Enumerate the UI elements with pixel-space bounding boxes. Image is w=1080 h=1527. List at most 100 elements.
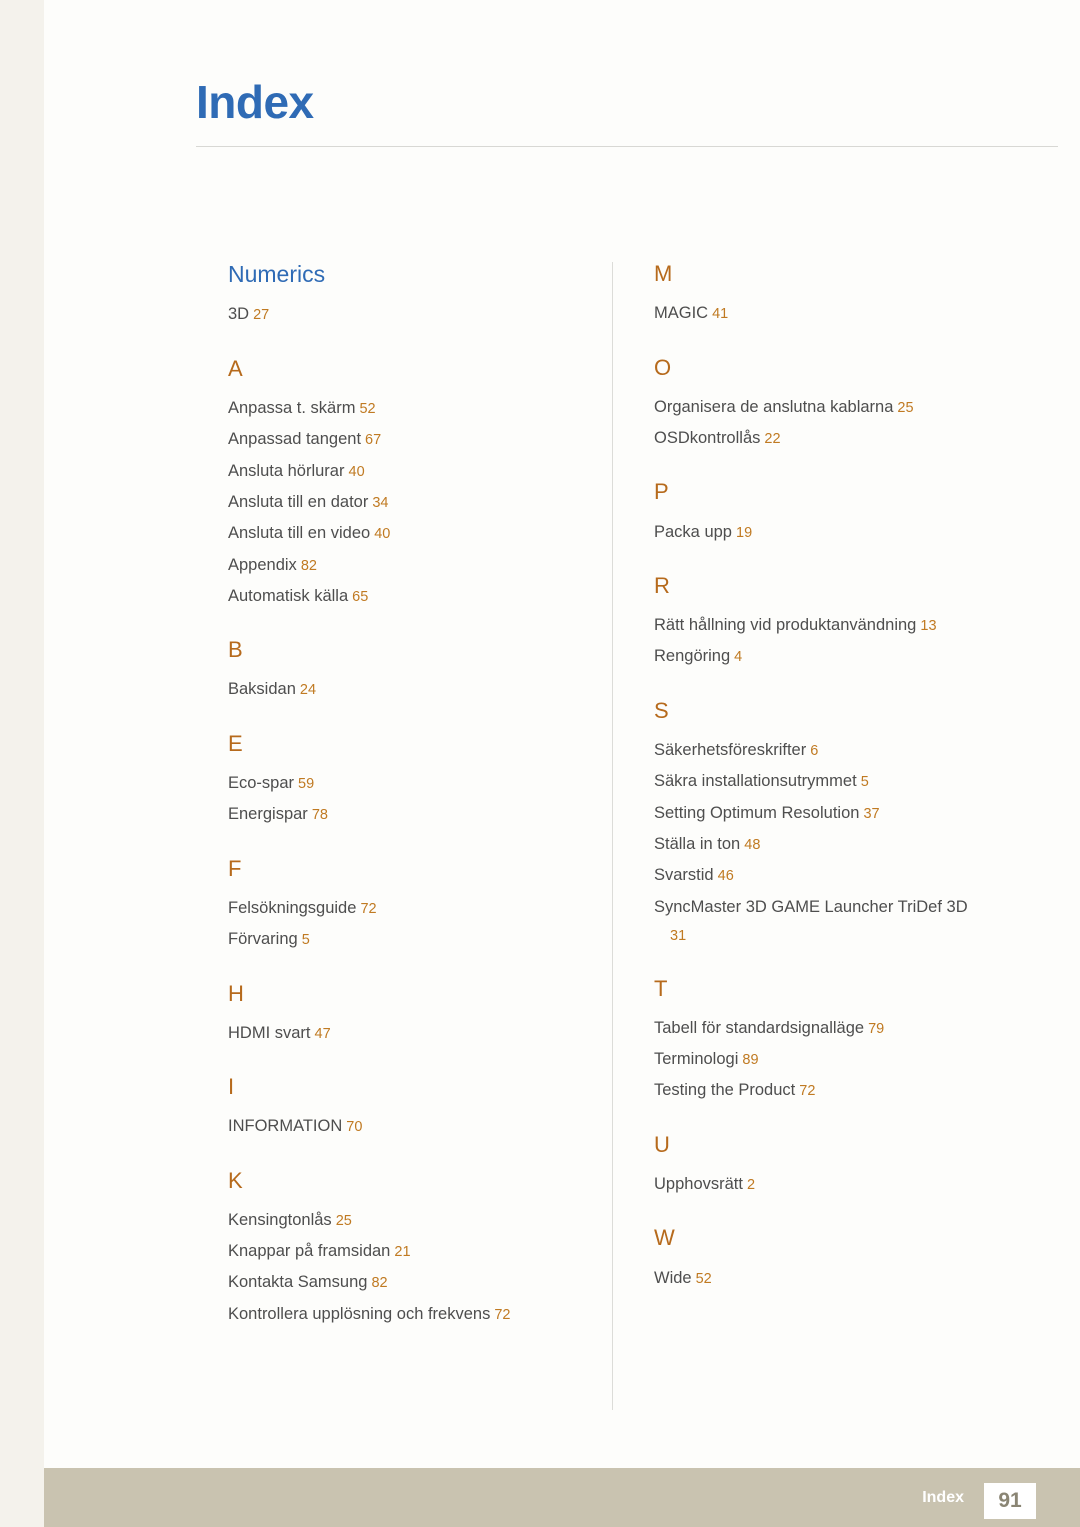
index-entry[interactable]: Kontakta Samsung 82 <box>228 1267 600 1298</box>
index-entry[interactable]: Terminologi 89 <box>654 1044 1026 1075</box>
index-entry[interactable]: Säkra installationsutrymmet 5 <box>654 766 1026 797</box>
index-entry[interactable]: Packa upp 19 <box>654 517 1026 548</box>
index-entry[interactable]: Organisera de anslutna kablarna 25 <box>654 392 1026 423</box>
index-entry-page: 52 <box>355 400 376 417</box>
index-entry[interactable]: Baksidan 24 <box>228 674 600 705</box>
index-entry-page: 37 <box>859 805 880 822</box>
index-entry[interactable]: Kensingtonlås 25 <box>228 1205 600 1236</box>
index-entry-page: 47 <box>310 1025 331 1042</box>
index-section-heading: I <box>228 1074 235 1100</box>
index-entry-label: Knappar på framsidan <box>228 1242 391 1261</box>
index-section: T Tabell för standardsignalläge 79 Termino… <box>654 975 1026 1107</box>
index-entry-label: Rätt hållning vid produktanvändning <box>654 616 917 635</box>
index-entry[interactable]: Kontrollera upplösning och frekvens 72 <box>228 1299 600 1330</box>
index-entry-page: 89 <box>738 1052 759 1069</box>
index-entry-page: 27 <box>249 307 270 324</box>
index-entry-page: 40 <box>344 463 365 480</box>
index-entry[interactable]: SyncMaster 3D GAME Launcher TriDef 3D 31 <box>654 892 1026 951</box>
index-section-heading: P <box>654 479 669 505</box>
index-entry[interactable]: Eco-spar 59 <box>228 768 600 799</box>
index-section-heading: Numerics <box>228 261 326 287</box>
index-entry-label: Setting Optimum Resolution <box>654 803 860 822</box>
index-entry[interactable]: Säkerhetsföreskrifter 6 <box>654 735 1026 766</box>
index-section-heading: O <box>654 354 672 380</box>
index-section: W Wide 52 <box>654 1226 1026 1294</box>
index-entry-label: Säkra installationsutrymmet <box>654 772 857 791</box>
index-entry-page: 19 <box>731 524 753 541</box>
index-entry-label: Anpassad tangent <box>228 430 362 449</box>
index-entry[interactable]: Appendix 82 <box>228 550 600 581</box>
footer-page-number: 91 <box>984 1483 1036 1519</box>
index-section-heading: F <box>228 855 242 881</box>
index-entry-page: 24 <box>295 682 317 699</box>
index-section: H HDMI svart 47 <box>228 981 600 1050</box>
index-entry-label: Rengöring <box>654 647 731 666</box>
index-section-heading: U <box>654 1131 670 1157</box>
index-entry-label: Felsökningsguide <box>228 898 357 917</box>
index-entry[interactable]: Rengöring 4 <box>654 641 1026 672</box>
index-entry-label: Terminologi <box>654 1050 739 1069</box>
index-entry[interactable]: Upphovsrätt 2 <box>654 1169 1026 1200</box>
index-entry[interactable]: Ansluta till en video 40 <box>228 518 600 549</box>
footer-left-strip <box>0 1468 44 1527</box>
index-section-heading: R <box>654 572 670 598</box>
index-section: K Kensingtonlås 25 Knappar på framsidan 21… <box>228 1168 600 1331</box>
index-section: R Rätt hållning vid produktanvändning 13 R… <box>654 572 1026 673</box>
index-entry[interactable]: Tabell för standardsignalläge 79 <box>654 1013 1026 1044</box>
index-page: Index Numerics 3D 27 A Anpassa t. skärm 52 A… <box>0 0 1080 1527</box>
index-entry[interactable]: Rätt hållning vid produktanvändning 13 <box>654 610 1026 641</box>
index-entry[interactable]: Anpassa t. skärm 52 <box>228 393 600 424</box>
index-section-heading: M <box>654 261 673 286</box>
index-entry[interactable]: Testing the Product 72 <box>654 1075 1026 1106</box>
index-entry[interactable]: Anpassad tangent 67 <box>228 424 600 455</box>
index-entry[interactable]: Ansluta till en dator 34 <box>228 487 600 518</box>
index-entry-label: Svarstid <box>654 866 714 885</box>
index-entry[interactable]: Ansluta hörlurar 40 <box>228 456 600 487</box>
index-entry-page: 52 <box>691 1270 712 1287</box>
index-entry-page: 79 <box>864 1020 885 1037</box>
index-entry-label: Ställa in ton <box>654 835 741 854</box>
index-entry-page: 48 <box>740 837 761 854</box>
index-entry-page: 65 <box>348 588 369 605</box>
index-entry-page: 72 <box>356 900 377 917</box>
index-entry[interactable]: MAGIC 41 <box>654 298 1026 329</box>
index-entry-label: Kontrollera upplösning och frekvens <box>228 1304 491 1323</box>
index-section: B Baksidan 24 <box>228 638 600 706</box>
index-entry[interactable]: Svarstid 46 <box>654 860 1026 891</box>
index-entry[interactable]: Knappar på framsidan 21 <box>228 1236 600 1267</box>
footer-label: Index <box>922 1489 964 1506</box>
index-entry-label: Ansluta till en video <box>228 524 371 543</box>
index-entry[interactable]: Förvaring 5 <box>228 924 600 955</box>
index-entry[interactable]: Automatisk källa 65 <box>228 581 600 612</box>
index-section: S Säkerhetsföreskrifter 6 Säkra installati… <box>654 698 1026 951</box>
index-entry-page: 70 <box>342 1119 363 1136</box>
index-section: P Packa upp 19 <box>654 480 1026 548</box>
index-entry[interactable]: OSDkontrollås 22 <box>654 423 1026 454</box>
index-section: U Upphovsrätt 2 <box>654 1131 1026 1201</box>
index-entry[interactable]: HDMI svart 47 <box>228 1018 600 1049</box>
index-entry[interactable]: 3D 27 <box>228 299 600 330</box>
index-section: Numerics 3D 27 <box>228 261 600 331</box>
index-entry-label: MAGIC <box>654 304 709 323</box>
index-entry-label: Packa upp <box>654 522 732 541</box>
title-divider <box>196 146 1058 147</box>
index-entry[interactable]: Energispar 78 <box>228 799 600 830</box>
index-entry-label: Upphovsrätt <box>654 1175 743 1194</box>
index-entry-label: Förvaring <box>228 930 298 949</box>
index-entry-page: 5 <box>297 932 310 949</box>
index-entry-page: 4 <box>730 649 743 666</box>
index-entry-page: 5 <box>856 774 869 791</box>
index-section-heading: A <box>228 355 243 381</box>
index-entry[interactable]: Setting Optimum Resolution 37 <box>654 798 1026 829</box>
index-entry-label: Organisera de anslutna kablarna <box>654 397 894 416</box>
index-section: A Anpassa t. skärm 52 Anpassad tangent 67 A… <box>228 355 600 613</box>
index-entry-label: Testing the Product <box>654 1081 796 1100</box>
index-entry-label: Appendix <box>228 555 297 574</box>
index-entry[interactable]: Wide 52 <box>654 1263 1026 1294</box>
index-entry[interactable]: Ställa in ton 48 <box>654 829 1026 860</box>
index-section-heading: T <box>654 975 668 1001</box>
index-entry-label: Automatisk källa <box>228 586 349 605</box>
index-entry[interactable]: INFORMATION 70 <box>228 1111 600 1142</box>
index-entry[interactable]: Felsökningsguide 72 <box>228 893 600 924</box>
footer-band <box>0 1468 1080 1527</box>
